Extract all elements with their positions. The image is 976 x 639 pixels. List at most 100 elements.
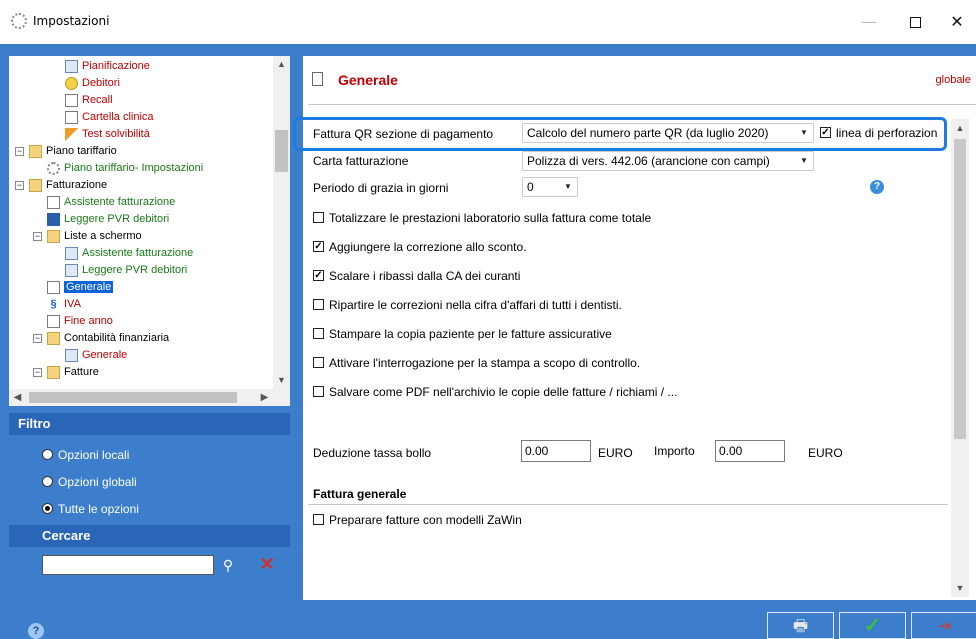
divider: [308, 504, 948, 505]
search-header: Cercare: [9, 525, 290, 547]
checkbox-ripartire-correzioni[interactable]: Ripartire le correzioni nella cifra d'af…: [313, 297, 622, 313]
tree-item-fatturazione[interactable]: Fatturazione: [29, 177, 107, 194]
qr-select-value: Calcolo del numero parte QR (da luglio 2…: [527, 126, 769, 140]
tree-item-generale-selected[interactable]: Generale: [47, 279, 114, 296]
tree-item-label: Pianificazione: [82, 60, 150, 72]
tree-item-pianificazione[interactable]: Pianificazione: [65, 58, 150, 75]
scroll-thumb[interactable]: [29, 392, 237, 403]
perforation-checkbox[interactable]: ✓ linea di perforazion: [820, 125, 937, 141]
exit-button[interactable]: ⇥: [911, 612, 976, 639]
tree-item-leggere-pvr-debitori[interactable]: Leggere PVR debitori: [47, 211, 169, 228]
tree-item-fine-anno[interactable]: Fine anno: [47, 313, 113, 330]
chart-icon: [65, 348, 78, 362]
checkbox-correzione-sconto[interactable]: ✓ Aggiungere la correzione allo sconto.: [313, 239, 526, 255]
tree-vertical-scrollbar[interactable]: ▲ ▼: [273, 56, 290, 389]
collapse-toggle[interactable]: −: [33, 334, 42, 343]
collapse-toggle[interactable]: −: [33, 232, 42, 241]
scroll-left-icon[interactable]: ◀: [9, 389, 26, 406]
radio-opzioni-globali[interactable]: Opzioni globali: [42, 474, 137, 490]
settings-content: Generale globale Fattura QR sezione di p…: [293, 56, 976, 600]
clear-search-icon[interactable]: ✕: [258, 555, 276, 573]
checkbox-box: [313, 386, 324, 398]
chevron-down-icon: ▼: [800, 156, 808, 165]
checkbox-box: [313, 212, 324, 224]
checkbox-scalare-ribassi[interactable]: ✓ Scalare i ribassi dalla CA dei curanti: [313, 268, 520, 284]
tree-item-liste-assistente-fatturazione[interactable]: Assistente fatturazione: [65, 245, 193, 262]
tree-item-assistente-fatturazione[interactable]: Assistente fatturazione: [47, 194, 175, 211]
tree-item-label: Generale: [82, 349, 128, 361]
scroll-thumb[interactable]: [954, 139, 966, 439]
scroll-up-icon[interactable]: ▲: [951, 119, 969, 137]
tree-item-label: Fatture: [64, 366, 99, 378]
tree-item-label: Liste a schermo: [64, 230, 142, 242]
scroll-thumb[interactable]: [275, 130, 288, 172]
maximize-icon: [909, 17, 921, 28]
table-icon: [65, 263, 78, 277]
tree-item-liste-leggere-pvr-debitori[interactable]: Leggere PVR debitori: [65, 262, 187, 279]
tree-item-label: Piano tariffario: [46, 145, 117, 157]
checkbox-attivare-interrogazione[interactable]: Attivare l'interrogazione per la stampa …: [313, 355, 640, 371]
radio-opzioni-locali[interactable]: Opzioni locali: [42, 447, 129, 463]
checkbox-label: linea di perforazion: [836, 126, 938, 140]
scroll-down-icon[interactable]: ▼: [951, 579, 969, 597]
checkbox-zawin[interactable]: Preparare fatture con modelli ZaWin: [313, 512, 522, 528]
scroll-right-icon[interactable]: ▶: [256, 389, 273, 406]
printer-icon: [47, 314, 60, 328]
importo-input[interactable]: [715, 440, 785, 462]
checkbox-totalizzare[interactable]: Totalizzare le prestazioni laboratorio s…: [313, 210, 651, 226]
page-title: Generale: [338, 72, 398, 88]
radio-circle-selected: [42, 503, 53, 515]
collapse-toggle[interactable]: −: [15, 147, 24, 156]
ok-button[interactable]: ✓: [839, 612, 906, 639]
tree-item-test-solvibilita[interactable]: Test solvibilità: [65, 126, 150, 143]
carta-select[interactable]: Polizza di vers. 442.06 (arancione con c…: [522, 151, 814, 171]
bank-icon: [47, 212, 60, 226]
chevron-down-icon: ▼: [564, 182, 572, 191]
radio-circle: [42, 449, 53, 461]
help-icon[interactable]: ?: [28, 623, 44, 639]
print-button[interactable]: 🖶: [767, 612, 834, 639]
checkbox-box: [313, 514, 324, 526]
close-button[interactable]: ✕: [934, 8, 976, 36]
grazia-select[interactable]: 0 ▼: [522, 177, 578, 197]
scroll-up-icon[interactable]: ▲: [273, 56, 290, 73]
tree-item-recall[interactable]: Recall: [65, 92, 113, 109]
tree-item-contabilita-finanziaria[interactable]: Contabilità finanziaria: [47, 330, 169, 347]
document-icon: [65, 110, 78, 124]
content-vertical-scrollbar[interactable]: ▲ ▼: [951, 119, 969, 597]
minimize-button[interactable]: —: [846, 8, 892, 36]
tree-item-contabilita-generale[interactable]: Generale: [65, 347, 127, 364]
radio-tutte-le-opzioni[interactable]: Tutte le opzioni: [42, 501, 139, 517]
tree-item-debitori[interactable]: Debitori: [65, 75, 120, 92]
tree-horizontal-scrollbar[interactable]: ◀ ▶: [9, 389, 290, 406]
tree-item-label: Assistente fatturazione: [82, 247, 194, 259]
bollo-input[interactable]: [521, 440, 591, 462]
search-input[interactable]: [42, 555, 214, 575]
scroll-down-icon[interactable]: ▼: [273, 372, 290, 389]
pen-icon: [65, 127, 78, 141]
checkbox-stampare-copia[interactable]: Stampare la copia paziente per le fattur…: [313, 326, 612, 342]
tree-item-cartella-clinica[interactable]: Cartella clinica: [65, 109, 154, 126]
maximize-button[interactable]: [892, 8, 938, 36]
collapse-toggle[interactable]: −: [15, 181, 24, 190]
settings-tree[interactable]: Pianificazione Debitori Recall Cartella …: [9, 56, 273, 405]
recall-doc-icon: [65, 93, 78, 107]
tree-item-fatture[interactable]: Fatture: [47, 364, 99, 381]
search-icon[interactable]: ⚲: [220, 557, 236, 573]
tree-item-iva[interactable]: § IVA: [47, 296, 81, 313]
qr-select[interactable]: Calcolo del numero parte QR (da luglio 2…: [522, 123, 814, 143]
tree-item-piano-tariffario[interactable]: Piano tariffario: [29, 143, 117, 160]
checkbox-salvare-pdf[interactable]: Salvare come PDF nell'archivio le copie …: [313, 384, 677, 400]
help-icon[interactable]: ?: [870, 180, 884, 194]
collapse-toggle[interactable]: −: [33, 368, 42, 377]
carta-select-value: Polizza di vers. 442.06 (arancione con c…: [527, 154, 770, 168]
grazia-select-value: 0: [527, 180, 534, 194]
checkbox-checked-icon: ✓: [313, 270, 324, 282]
tree-item-label: Debitori: [82, 77, 120, 89]
divider: [308, 104, 976, 105]
checkbox-box: [313, 328, 324, 340]
tree-item-label: IVA: [64, 298, 81, 310]
tree-item-liste-a-schermo[interactable]: Liste a schermo: [47, 228, 142, 245]
tree-item-label: Piano tariffario- Impostazioni: [64, 162, 204, 174]
tree-item-piano-tariffario-impostazioni[interactable]: Piano tariffario- Impostazioni: [47, 160, 203, 177]
